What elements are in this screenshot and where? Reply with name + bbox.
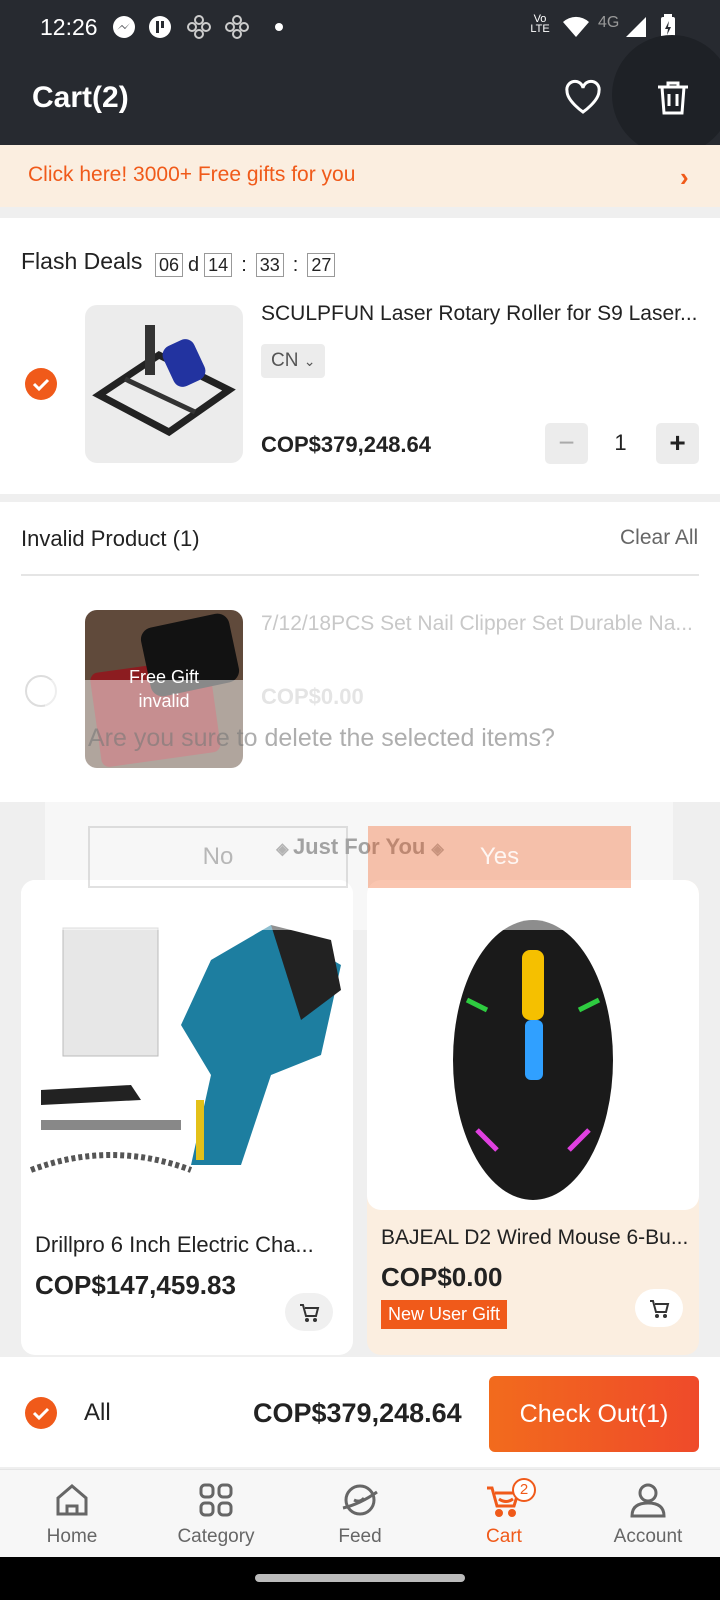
product-price: COP$379,248.64 xyxy=(261,432,432,457)
nav-item-category[interactable]: Category xyxy=(144,1470,288,1558)
nav-label-category: Category xyxy=(177,1526,255,1547)
countdown-minutes: 33 xyxy=(255,253,284,277)
feed-icon xyxy=(342,1484,378,1516)
nav-item-feed[interactable]: Feed xyxy=(288,1470,432,1558)
flash-deals-section: Flash Deals 06 d 14 : 33 : 27 SCULPFUN L… xyxy=(0,218,720,494)
quantity-increase-button[interactable]: + xyxy=(656,423,699,464)
free-gifts-banner[interactable]: Click here! 3000+ Free gifts for you › xyxy=(0,145,720,207)
product-card[interactable]: Drillpro 6 Inch Electric Cha... COP$147,… xyxy=(21,880,353,1355)
cart-total: COP$379,248.64 xyxy=(253,1398,462,1428)
select-all-checkbox[interactable] xyxy=(25,1397,57,1429)
product-name: BAJEAL D2 Wired Mouse 6-Bu... xyxy=(381,1226,689,1249)
checkout-bar: All COP$379,248.64 Check Out(1) xyxy=(0,1357,720,1467)
item-checkbox[interactable] xyxy=(25,368,57,400)
add-to-cart-button[interactable] xyxy=(635,1289,683,1327)
product-name: 7/12/18PCS Set Nail Clipper Set Durable … xyxy=(261,612,693,635)
status-time: 12:26 xyxy=(40,14,98,40)
flash-deals-title: Flash Deals xyxy=(21,248,143,274)
banner-text: Click here! 3000+ Free gifts for you xyxy=(28,163,356,186)
home-indicator[interactable] xyxy=(255,1574,465,1582)
countdown-hours: 14 xyxy=(204,253,233,277)
chevron-down-icon: ⌄ xyxy=(303,353,316,369)
home-icon xyxy=(56,1484,88,1516)
add-to-cart-button[interactable] xyxy=(285,1293,333,1331)
delete-icon[interactable] xyxy=(654,79,692,122)
countdown-days: 06 xyxy=(155,253,184,277)
variant-selector[interactable]: CN ⌄ xyxy=(261,344,326,378)
product-image xyxy=(21,880,353,1215)
nav-item-account[interactable]: Account xyxy=(576,1470,720,1558)
game-icon xyxy=(186,14,212,40)
product-image[interactable] xyxy=(85,305,243,463)
countdown-separator: : xyxy=(241,253,247,276)
account-icon xyxy=(630,1483,666,1518)
dot-icon xyxy=(274,14,284,40)
wifi-icon xyxy=(562,14,590,40)
nav-label-home: Home xyxy=(46,1526,98,1547)
bottom-navigation: Home Category Feed 2 Cart Account xyxy=(0,1469,720,1557)
cart-icon xyxy=(650,1300,670,1318)
product-name: Drillpro 6 Inch Electric Cha... xyxy=(35,1232,314,1257)
page-title: Cart(2) xyxy=(32,81,129,114)
category-icon xyxy=(199,1483,233,1517)
gesture-bar xyxy=(0,1557,720,1600)
nav-item-home[interactable]: Home xyxy=(0,1470,144,1558)
nav-label-account: Account xyxy=(613,1526,683,1547)
chevron-right-icon: › xyxy=(680,162,689,192)
variant-label: CN xyxy=(271,350,299,371)
product-name[interactable]: SCULPFUN Laser Rotary Roller for S9 Lase… xyxy=(261,302,698,326)
wishlist-icon[interactable] xyxy=(564,79,602,120)
divider xyxy=(21,574,699,576)
checkout-button[interactable]: Check Out(1) xyxy=(489,1376,699,1452)
clear-all-button[interactable]: Clear All xyxy=(620,526,698,550)
product-card[interactable]: BAJEAL D2 Wired Mouse 6-Bu... COP$0.00 N… xyxy=(367,880,699,1355)
volte-icon: Vo LTE xyxy=(530,13,550,35)
app-icon xyxy=(148,14,172,40)
select-all-label[interactable]: All xyxy=(84,1399,111,1427)
cart-header: Cart(2) xyxy=(0,35,720,155)
quantity-value[interactable]: 1 xyxy=(598,430,643,456)
quantity-decrease-button[interactable]: − xyxy=(545,423,588,464)
new-user-gift-badge: New User Gift xyxy=(381,1300,508,1329)
invalid-title: Invalid Product (1) xyxy=(21,526,200,551)
dialog-yes-button[interactable]: Yes xyxy=(368,826,631,888)
countdown-seconds: 27 xyxy=(307,253,336,277)
countdown-day-label: d xyxy=(188,253,200,276)
product-price: COP$0.00 xyxy=(381,1262,503,1292)
nav-item-cart[interactable]: 2 Cart xyxy=(432,1470,576,1558)
dialog-message: Are you sure to delete the selected item… xyxy=(88,724,555,752)
cart-icon xyxy=(300,1304,320,1322)
nav-label-cart: Cart xyxy=(486,1526,522,1547)
game-icon xyxy=(224,14,250,40)
dialog-no-button[interactable]: No xyxy=(88,826,348,888)
product-price: COP$147,459.83 xyxy=(35,1270,236,1300)
cart-count-badge: 2 xyxy=(512,1478,536,1502)
nav-label-feed: Feed xyxy=(338,1526,382,1547)
countdown-timer: 06 d 14 : 33 : 27 xyxy=(155,253,336,277)
network-label: 4G xyxy=(598,14,620,31)
status-bar: 12:26 Vo LTE 4G xyxy=(0,0,720,57)
countdown-separator: : xyxy=(292,253,299,276)
messenger-icon xyxy=(112,14,136,40)
signal-icon xyxy=(624,14,648,40)
delete-confirm-dialog: Are you sure to delete the selected item… xyxy=(45,680,673,930)
